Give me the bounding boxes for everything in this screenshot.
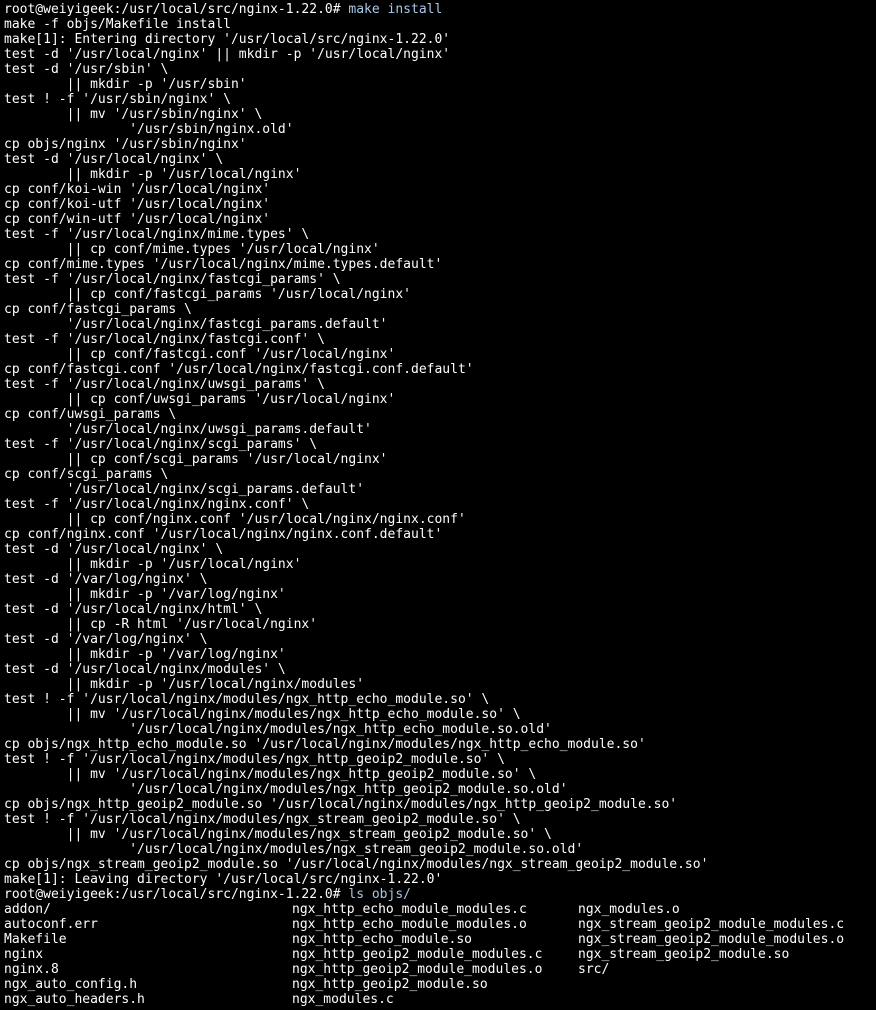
output-line: || mkdir -p '/usr/local/nginx' <box>4 167 301 182</box>
ls-entry: ngx_stream_geoip2_module_modules.c <box>578 917 844 932</box>
terminal-output[interactable]: root@weiyigeek:/usr/local/src/nginx-1.22… <box>0 0 876 1009</box>
output-line: test -d '/usr/local/nginx' \ <box>4 542 223 557</box>
output-line: '/usr/local/nginx/modules/ngx_http_geoip… <box>4 782 568 797</box>
output-line: test ! -f '/usr/local/nginx/modules/ngx_… <box>4 752 505 767</box>
output-line: make -f objs/Makefile install <box>4 17 231 32</box>
output-line: cp conf/uwsgi_params \ <box>4 407 176 422</box>
output-line: cp conf/koi-utf '/usr/local/nginx' <box>4 197 270 212</box>
output-line: || cp conf/uwsgi_params '/usr/local/ngin… <box>4 392 395 407</box>
output-line: cp conf/nginx.conf '/usr/local/nginx/ngi… <box>4 527 442 542</box>
output-line: test -d '/var/log/nginx' \ <box>4 632 208 647</box>
output-line: cp conf/koi-win '/usr/local/nginx' <box>4 182 270 197</box>
output-line: || mkdir -p '/var/log/nginx' <box>4 587 286 602</box>
shell-command: ls objs/ <box>348 887 411 902</box>
output-line: || mkdir -p '/var/log/nginx' <box>4 647 286 662</box>
ls-entry: ngx_auto_headers.h <box>4 992 292 1007</box>
output-line: cp objs/ngx_http_echo_module.so '/usr/lo… <box>4 737 646 752</box>
output-line: '/usr/local/nginx/modules/ngx_http_echo_… <box>4 722 552 737</box>
output-line: test -f '/usr/local/nginx/fastcgi.conf' … <box>4 332 325 347</box>
output-line: cp objs/nginx '/usr/sbin/nginx' <box>4 137 247 152</box>
output-line: cp objs/ngx_stream_geoip2_module.so '/us… <box>4 857 708 872</box>
output-line: make[1]: Entering directory '/usr/local/… <box>4 32 450 47</box>
ls-entry: autoconf.err <box>4 917 292 932</box>
ls-entry: Makefile <box>4 932 292 947</box>
ls-entry: ngx_modules.c <box>292 992 578 1007</box>
ls-entry: ngx_http_echo_module.so <box>292 932 578 947</box>
output-line: cp conf/scgi_params \ <box>4 467 168 482</box>
output-line: || mv '/usr/sbin/nginx' \ <box>4 107 262 122</box>
output-line: cp conf/fastcgi.conf '/usr/local/nginx/f… <box>4 362 474 377</box>
output-line: || mv '/usr/local/nginx/modules/ngx_stre… <box>4 827 552 842</box>
output-line: || cp conf/scgi_params '/usr/local/nginx… <box>4 452 388 467</box>
output-line: '/usr/local/nginx/uwsgi_params.default' <box>4 422 372 437</box>
ls-entry: ngx_http_geoip2_module_modules.o <box>292 962 578 977</box>
output-line: '/usr/sbin/nginx.old' <box>4 122 294 137</box>
output-line: || cp conf/fastcgi_params '/usr/local/ng… <box>4 287 411 302</box>
output-line: || cp conf/fastcgi.conf '/usr/local/ngin… <box>4 347 395 362</box>
output-line: '/usr/local/nginx/scgi_params.default' <box>4 482 364 497</box>
ls-entry: ngx_http_geoip2_module_modules.c <box>292 947 578 962</box>
output-line: test -f '/usr/local/nginx/scgi_params' \ <box>4 437 317 452</box>
output-line: || mkdir -p '/usr/sbin' <box>4 77 247 92</box>
output-line: || cp conf/mime.types '/usr/local/nginx' <box>4 242 380 257</box>
output-line: cp conf/fastcgi_params \ <box>4 302 192 317</box>
output-line: || mv '/usr/local/nginx/modules/ngx_http… <box>4 767 536 782</box>
shell-prompt: root@weiyigeek:/usr/local/src/nginx-1.22… <box>4 887 348 902</box>
output-line: cp conf/win-utf '/usr/local/nginx' <box>4 212 270 227</box>
output-line: || mkdir -p '/usr/local/nginx' <box>4 557 301 572</box>
ls-entry: ngx_stream_geoip2_module.so <box>578 947 789 962</box>
ls-entry: nginx <box>4 947 292 962</box>
output-line: test ! -f '/usr/local/nginx/modules/ngx_… <box>4 692 489 707</box>
output-line: test ! -f '/usr/sbin/nginx' \ <box>4 92 231 107</box>
ls-entry: src/ <box>578 962 609 977</box>
shell-command: make install <box>348 2 442 17</box>
output-line: test -d '/usr/local/nginx' \ <box>4 152 223 167</box>
output-line: test -d '/var/log/nginx' \ <box>4 572 208 587</box>
output-line: || mv '/usr/local/nginx/modules/ngx_http… <box>4 707 521 722</box>
ls-entry: ngx_stream_geoip2_module_modules.o <box>578 932 844 947</box>
ls-entry: addon/ <box>4 902 292 917</box>
ls-entry: ngx_http_geoip2_module.so <box>292 977 578 992</box>
ls-entry: nginx.8 <box>4 962 292 977</box>
output-line: test -d '/usr/local/nginx/modules' \ <box>4 662 286 677</box>
output-line: || mkdir -p '/usr/local/nginx/modules' <box>4 677 364 692</box>
output-line: '/usr/local/nginx/fastcgi_params.default… <box>4 317 388 332</box>
output-line: test -d '/usr/local/nginx/html' \ <box>4 602 262 617</box>
output-line: '/usr/local/nginx/modules/ngx_stream_geo… <box>4 842 583 857</box>
output-line: cp conf/mime.types '/usr/local/nginx/mim… <box>4 257 442 272</box>
output-line: test -f '/usr/local/nginx/nginx.conf' \ <box>4 497 309 512</box>
ls-entry: ngx_modules.o <box>578 902 680 917</box>
output-line: test -f '/usr/local/nginx/mime.types' \ <box>4 227 309 242</box>
ls-entry: ngx_http_echo_module_modules.o <box>292 917 578 932</box>
ls-entry: ngx_http_echo_module_modules.c <box>292 902 578 917</box>
shell-prompt: root@weiyigeek:/usr/local/src/nginx-1.22… <box>4 2 348 17</box>
output-line: test -f '/usr/local/nginx/fastcgi_params… <box>4 272 341 287</box>
output-line: make[1]: Leaving directory '/usr/local/s… <box>4 872 442 887</box>
output-line: test -d '/usr/sbin' \ <box>4 62 168 77</box>
output-line: test -d '/usr/local/nginx' || mkdir -p '… <box>4 47 450 62</box>
ls-entry: ngx_auto_config.h <box>4 977 292 992</box>
output-line: || cp -R html '/usr/local/nginx' <box>4 617 317 632</box>
output-line: || cp conf/nginx.conf '/usr/local/nginx/… <box>4 512 466 527</box>
output-line: test -f '/usr/local/nginx/uwsgi_params' … <box>4 377 325 392</box>
output-line: test ! -f '/usr/local/nginx/modules/ngx_… <box>4 812 521 827</box>
output-line: cp objs/ngx_http_geoip2_module.so '/usr/… <box>4 797 677 812</box>
